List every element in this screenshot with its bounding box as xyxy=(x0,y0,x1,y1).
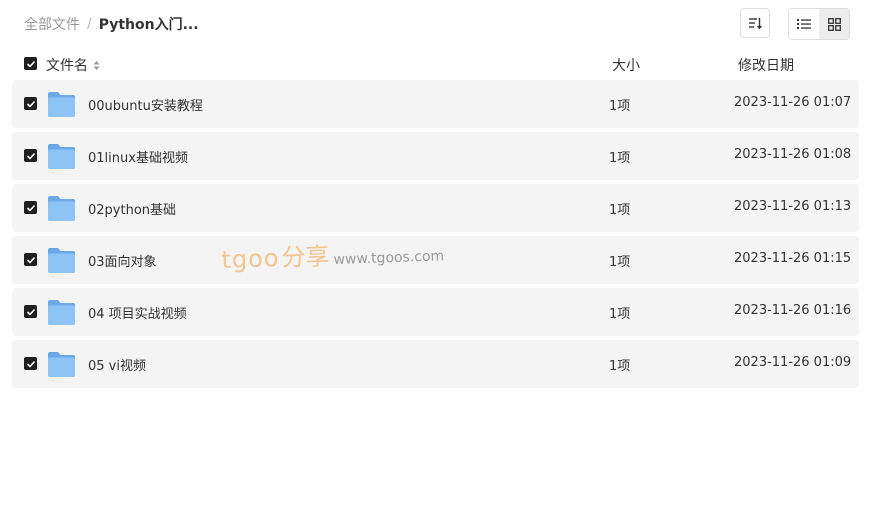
file-name[interactable]: 04 项目实战视频 xyxy=(88,303,187,322)
column-header-size[interactable]: 大小 xyxy=(612,55,640,75)
list-view-icon xyxy=(797,19,811,29)
file-date: 2023-11-26 01:16 xyxy=(734,303,852,318)
file-row[interactable]: 02python基础 1项 2023-11-26 01:13 xyxy=(12,184,859,232)
folder-icon xyxy=(48,300,75,325)
file-size: 1项 xyxy=(609,255,631,270)
breadcrumb-root-link[interactable]: 全部文件 xyxy=(24,14,80,34)
watermark-brand: tgoo xyxy=(220,243,280,275)
file-size: 1项 xyxy=(609,307,631,322)
row-checkbox[interactable] xyxy=(24,253,37,266)
watermark-url: www.tgoos.com xyxy=(333,248,445,269)
folder-icon xyxy=(48,196,75,221)
row-checkbox[interactable] xyxy=(24,97,37,110)
check-icon xyxy=(26,256,35,264)
folder-icon xyxy=(48,248,75,273)
file-size: 1项 xyxy=(609,359,631,374)
folder-icon xyxy=(48,144,75,169)
file-name[interactable]: 03面向对象 xyxy=(88,251,157,270)
row-checkbox[interactable] xyxy=(24,357,37,370)
check-icon xyxy=(26,60,35,68)
check-icon xyxy=(26,152,35,160)
breadcrumb-separator: / xyxy=(87,16,92,32)
column-header-date[interactable]: 修改日期 xyxy=(738,55,794,75)
folder-icon xyxy=(48,92,75,117)
file-row[interactable]: 01linux基础视频 1项 2023-11-26 01:08 xyxy=(12,132,859,180)
watermark-share: 分享 xyxy=(280,242,330,272)
file-size: 1项 xyxy=(609,99,631,114)
folder-icon xyxy=(48,352,75,377)
row-checkbox[interactable] xyxy=(24,305,37,318)
file-size: 1项 xyxy=(609,203,631,218)
view-toggle xyxy=(788,8,850,40)
file-row[interactable]: 04 项目实战视频 1项 2023-11-26 01:16 xyxy=(12,288,859,336)
file-name[interactable]: 02python基础 xyxy=(88,199,176,218)
file-size: 1项 xyxy=(609,151,631,166)
list-view-button[interactable] xyxy=(789,9,819,39)
check-icon xyxy=(26,360,35,368)
file-date: 2023-11-26 01:08 xyxy=(734,147,852,162)
file-date: 2023-11-26 01:09 xyxy=(734,355,852,370)
file-row[interactable]: 00ubuntu安装教程 1项 2023-11-26 01:07 xyxy=(12,80,859,128)
select-all-checkbox[interactable] xyxy=(24,57,37,70)
column-header-name-label: 文件名 xyxy=(46,58,88,74)
file-row[interactable]: 05 vi视频 1项 2023-11-26 01:09 xyxy=(12,340,859,388)
row-checkbox[interactable] xyxy=(24,201,37,214)
sort-lines-icon xyxy=(749,18,762,30)
file-date: 2023-11-26 01:07 xyxy=(734,95,852,110)
file-name[interactable]: 01linux基础视频 xyxy=(88,147,188,166)
sort-caret-icon xyxy=(93,60,100,71)
check-icon xyxy=(26,100,35,108)
check-icon xyxy=(26,204,35,212)
breadcrumb-current: Python入门... xyxy=(98,17,199,33)
table-header: 文件名 大小 修改日期 xyxy=(0,52,874,76)
row-checkbox[interactable] xyxy=(24,149,37,162)
file-name[interactable]: 00ubuntu安装教程 xyxy=(88,95,203,114)
file-date: 2023-11-26 01:15 xyxy=(734,251,852,266)
grid-view-icon xyxy=(827,17,841,31)
sort-button[interactable] xyxy=(740,8,770,38)
file-date: 2023-11-26 01:13 xyxy=(734,199,852,214)
grid-view-button[interactable] xyxy=(819,9,849,39)
file-name[interactable]: 05 vi视频 xyxy=(88,355,146,374)
breadcrumb: 全部文件 / Python入门... xyxy=(24,14,199,34)
column-header-name[interactable]: 文件名 xyxy=(46,55,100,75)
check-icon xyxy=(26,308,35,316)
